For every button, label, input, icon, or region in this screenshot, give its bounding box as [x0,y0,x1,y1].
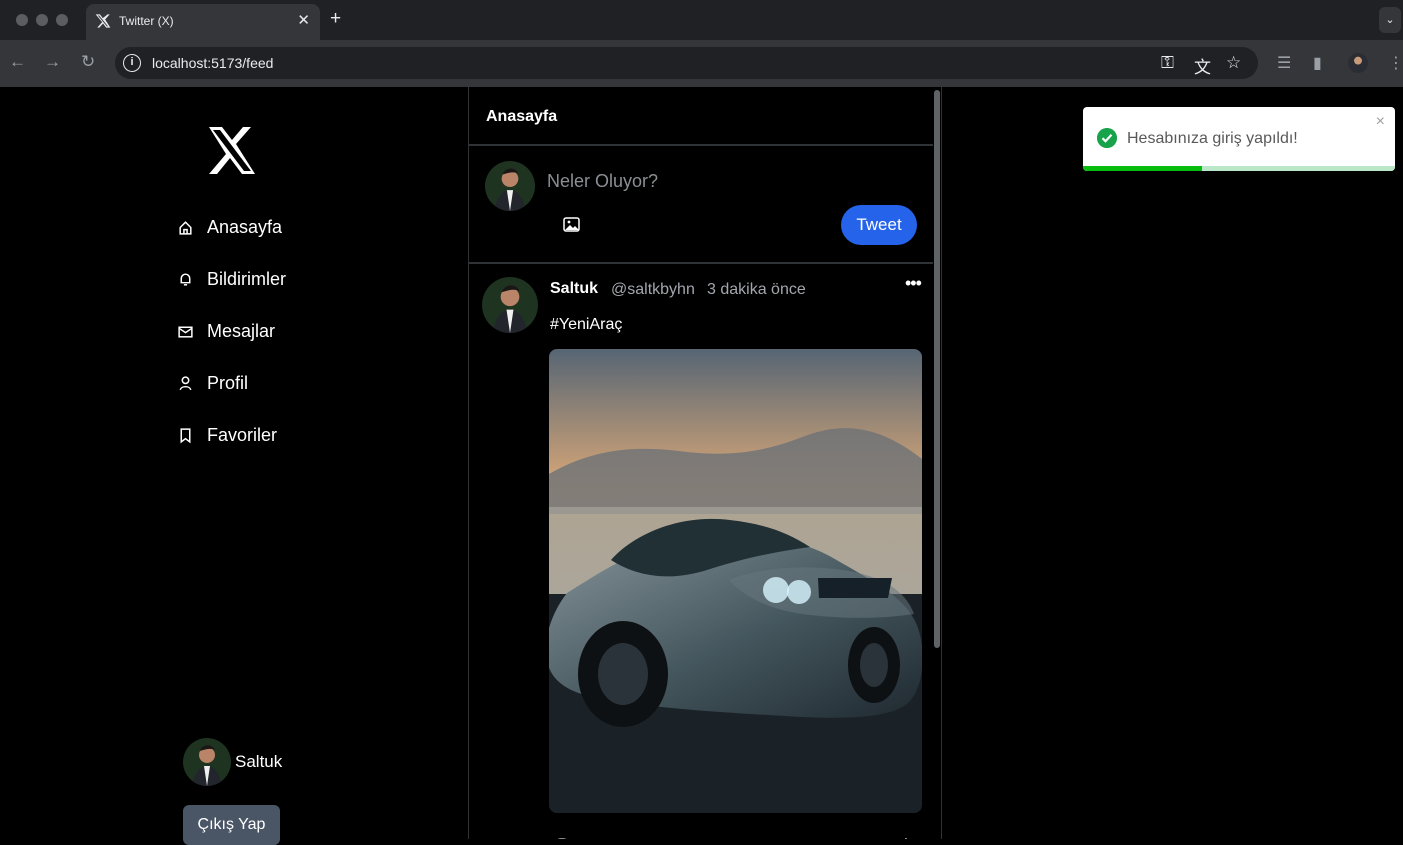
forward-icon[interactable]: → [44,52,61,72]
feed-scrollbar[interactable] [934,90,940,648]
sidebar-item-label: Profil [207,372,249,393]
toast-close-icon[interactable]: × [1376,113,1385,131]
post-card: Saltuk @saltkbyhn 3 dakika önce ••• #Yen… [469,264,933,839]
toast-progress-bar [1083,166,1395,171]
key-icon[interactable]: ⚿ [1161,53,1174,73]
sidebar-item-label: Mesajlar [207,320,276,341]
feed-panel: Anasayfa Neler Oluyor? Tweet Saltuk @sal… [468,87,942,839]
logout-button[interactable]: Çıkış Yap [183,805,280,845]
site-info-icon[interactable]: i [123,54,141,72]
image-icon[interactable] [563,217,580,232]
sidebar-item-bildirimler[interactable]: Bildirimler [177,265,286,293]
sidebar-item-label: Bildirimler [207,268,287,289]
post-author-handle[interactable]: @saltkbyhn [611,281,695,299]
check-circle-icon [1097,128,1117,148]
user-avatar[interactable] [183,738,231,786]
tab-close-icon[interactable]: ✕ [297,11,310,29]
browser-tabbar: Twitter (X) ✕ + ⌄ [0,0,1403,40]
tweet-input[interactable]: Neler Oluyor? [547,171,658,192]
bell-icon [180,272,191,286]
reload-icon[interactable]: ↻ [81,52,95,72]
sidebar-user-name: Saltuk [235,752,283,771]
close-window-button[interactable] [16,14,28,26]
left-sidebar: Anasayfa Bildirimler Mesajlar Profil Favoril… [0,87,468,845]
browser-toolbar: ← → ↻ i localhost:5173/feed ⚿ 文 ☆ ☰ ▮ ⋮ [0,40,1403,87]
address-bar[interactable]: i localhost:5173/feed ⚿ 文 ☆ [115,47,1258,79]
url-text[interactable]: localhost:5173/feed [152,55,273,71]
post-menu-icon[interactable]: ••• [905,273,922,294]
side-panel-icon[interactable]: ▮ [1313,53,1322,73]
x-logo-icon[interactable] [207,127,257,174]
twitter-app: Anasayfa Bildirimler Mesajlar Profil Favoril… [0,87,1403,845]
maximize-window-button[interactable] [56,14,68,26]
x-logo-icon [95,14,111,28]
sidebar-item-profil[interactable]: Profil [177,369,248,397]
sidebar-item-label: Anasayfa [207,216,283,237]
success-toast: Hesabınıza giriş yapıldı! × [1083,107,1395,171]
post-car-image[interactable] [549,349,922,813]
star-icon[interactable]: ☆ [1226,53,1241,73]
post-text: #YeniAraç [550,316,623,333]
mail-icon [178,326,193,338]
reading-list-icon[interactable]: ☰ [1277,53,1291,73]
toast-progress-fill [1083,166,1202,171]
bookmark-icon [180,427,191,443]
sidebar-item-mesajlar[interactable]: Mesajlar [177,317,275,345]
tweet-button[interactable]: Tweet [841,205,917,245]
back-icon[interactable]: ← [9,52,26,72]
post-author-name[interactable]: Saltuk [550,280,598,298]
tab-title: Twitter (X) [119,14,174,28]
sidebar-item-favoriler[interactable]: Favoriler [177,421,277,449]
post-time: 3 dakika önce [707,281,806,298]
profile-icon[interactable] [1348,53,1368,73]
sidebar-item-label: Favoriler [207,424,278,445]
translate-icon[interactable]: 文 [1194,53,1211,78]
tweet-composer: Neler Oluyor? Tweet [469,144,933,264]
minimize-window-button[interactable] [36,14,48,26]
composer-avatar [485,161,535,211]
home-icon [179,220,192,235]
browser-tab[interactable]: Twitter (X) ✕ [86,4,320,40]
tab-search-button[interactable]: ⌄ [1379,7,1401,33]
post-avatar[interactable] [482,277,538,333]
new-tab-button[interactable]: + [330,8,341,30]
user-icon [179,375,192,390]
sidebar-item-anasayfa[interactable]: Anasayfa [177,213,282,241]
feed-title: Anasayfa [486,108,558,125]
menu-icon[interactable]: ⋮ [1388,53,1403,73]
toast-message: Hesabınıza giriş yapıldı! [1127,130,1298,147]
